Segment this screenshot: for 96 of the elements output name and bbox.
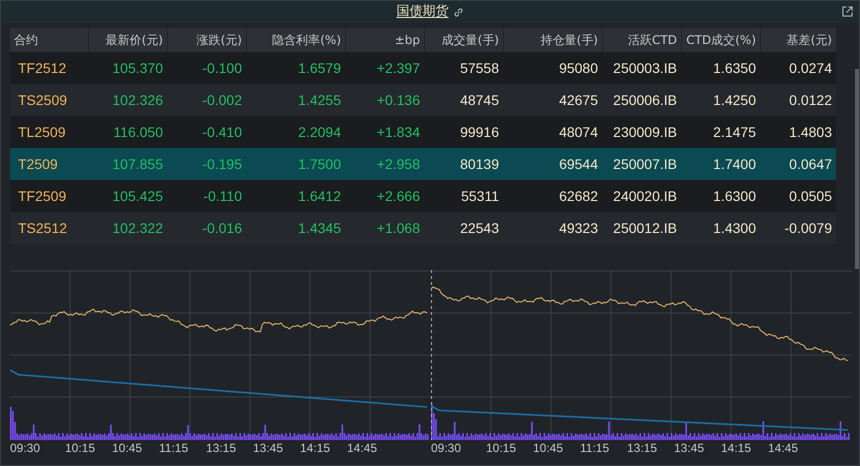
- table-cell-text: 2.2094: [297, 122, 342, 142]
- table-cell-text: 250003.IB: [612, 58, 678, 78]
- table-cell-text: 57558: [459, 58, 500, 78]
- time-axis-label: 11:15: [159, 440, 190, 457]
- table-cell-text: -0.110: [202, 186, 243, 206]
- table-cell-text: 0.0505: [788, 186, 833, 206]
- table-cell-text: 48074: [558, 122, 599, 142]
- time-axis-label: 14:45: [768, 440, 800, 457]
- table-cell-text: 62682: [558, 186, 599, 206]
- table-cell-text: 22543: [459, 218, 500, 238]
- time-axis-label: 10:45: [112, 440, 144, 457]
- table-cell-text: 1.4250: [712, 90, 757, 110]
- column-header[interactable]: 最新价(元): [89, 28, 167, 52]
- table-cell-text: 0.0274: [788, 58, 833, 78]
- table-cell-text: 0.0122: [788, 90, 833, 110]
- column-header[interactable]: 活跃CTD: [603, 28, 681, 52]
- panel-title[interactable]: 国债期货: [396, 2, 448, 22]
- table-cell-text: +2.397: [376, 58, 421, 78]
- table-cell-text: 240020.IB: [612, 186, 678, 206]
- table-cell-text: +2.666: [376, 186, 421, 206]
- table-cell-text: TS2509: [17, 90, 68, 110]
- column-header[interactable]: ±bp: [346, 28, 424, 52]
- table-row[interactable]: T2509 107.855 -0.195 1.7500 +2.958 80139 69544 250007.IB 1.7400 0.0647: [10, 148, 836, 180]
- table-cell-text: 1.7500: [297, 154, 342, 174]
- column-header[interactable]: 持仓量(手): [504, 28, 602, 52]
- scrollbar[interactable]: [855, 69, 859, 269]
- table-cell-text: -0.016: [201, 218, 243, 238]
- table-cell-text: 95080: [558, 58, 599, 78]
- table-cell-text: -0.195: [201, 154, 243, 174]
- table-cell-text: 1.4345: [297, 218, 342, 238]
- table-cell-text: 2.1475: [712, 122, 757, 142]
- time-axis-label: 10:15: [65, 440, 96, 457]
- table-cell-text: 102.322: [111, 218, 164, 238]
- table-cell-text: TF2512: [17, 58, 68, 78]
- table-row[interactable]: TF2512 105.370 -0.100 1.6579 +2.397 57558 95080 250003.IB 1.6350 0.0274: [10, 52, 836, 84]
- table-cell-text: 107.855: [111, 154, 164, 174]
- time-axis-label: 14:15: [300, 440, 332, 457]
- table-cell-text: 1.4255: [297, 90, 342, 110]
- table-cell-text: 55311: [460, 186, 500, 206]
- table-cell-text: T2509: [17, 154, 59, 174]
- time-axis-label: 10:15: [486, 440, 518, 457]
- time-axis-label: 13:15: [627, 440, 658, 457]
- table-cell-text: -0.002: [201, 90, 243, 110]
- time-axis-label: 11:15: [580, 440, 610, 457]
- table-row[interactable]: TF2509 105.425 -0.110 1.6412 +2.666 55311 62682 240020.IB 1.6300 0.0505: [10, 180, 836, 212]
- table-cell-text: 1.4803: [788, 122, 833, 142]
- table-cell-text: 105.425: [111, 186, 164, 206]
- table-cell-text: 102.326: [111, 90, 164, 110]
- table-cell-text: 1.6412: [297, 186, 342, 206]
- table-cell-text: 250006.IB: [612, 90, 678, 110]
- time-axis-label: 10:45: [533, 440, 564, 457]
- column-header[interactable]: 合约: [10, 28, 88, 52]
- table-cell-text: 250007.IB: [612, 154, 678, 174]
- table-row[interactable]: TS2512 102.322 -0.016 1.4345 +1.068 22543 49323 250012.IB 1.4300 -0.0079: [10, 212, 836, 244]
- table-cell-text: +1.834: [376, 122, 421, 142]
- table-cell-text: +1.068: [376, 218, 421, 238]
- table-cell-text: TS2512: [17, 218, 68, 238]
- table-row[interactable]: TS2509 102.326 -0.002 1.4255 +0.136 48745 42675 250006.IB 1.4250 0.0122: [10, 84, 836, 116]
- table-cell-text: 1.6350: [712, 58, 757, 78]
- table-row[interactable]: TL2509 116.050 -0.410 2.2094 +1.834 99916 48074 230009.IB 2.1475 1.4803: [10, 116, 836, 148]
- time-axis-label: 09:30: [431, 440, 462, 457]
- table-cell-text: TL2509: [17, 122, 66, 142]
- column-header[interactable]: CTD成交(%): [682, 28, 760, 52]
- table-cell-text: +2.958: [376, 154, 421, 174]
- column-header[interactable]: 涨跌(元): [168, 28, 246, 52]
- table-cell-text: 0.0647: [788, 154, 833, 174]
- time-axis-label: 13:45: [253, 440, 284, 457]
- table-cell-text: 250012.IB: [612, 218, 678, 238]
- time-axis-label: 14:15: [721, 440, 752, 457]
- table-cell-text: 105.370: [111, 58, 164, 78]
- table-cell-text: 69544: [558, 154, 599, 174]
- time-axis-label: 13:15: [206, 440, 238, 457]
- column-header[interactable]: 隐含利率(%): [247, 28, 345, 52]
- popout-icon[interactable]: [842, 6, 853, 17]
- table-cell-text: 48745: [459, 90, 500, 110]
- table-cell-text: 1.6579: [297, 58, 342, 78]
- table-cell-text: 99916: [459, 122, 500, 142]
- table-cell-text: -0.100: [201, 58, 243, 78]
- table-cell-text: 1.4300: [712, 218, 757, 238]
- time-axis-label: 13:45: [674, 440, 706, 457]
- time-axis-label: 09:30: [10, 440, 42, 457]
- link-icon[interactable]: [452, 6, 464, 18]
- table-cell-text: 1.6300: [712, 186, 757, 206]
- column-header[interactable]: 基差(元): [761, 28, 836, 52]
- table-cell-text: TF2509: [17, 186, 68, 206]
- table-cell-text: 116.050: [112, 122, 164, 142]
- table-cell-text: 80139: [459, 154, 500, 174]
- table-cell-text: 49323: [558, 218, 599, 238]
- table-cell-text: -0.0079: [784, 218, 833, 238]
- column-header[interactable]: 成交量(手): [425, 28, 503, 52]
- table-cell-text: 230009.IB: [612, 122, 678, 142]
- time-axis-label: 14:45: [347, 440, 378, 457]
- table-cell-text: +0.136: [376, 90, 421, 110]
- table-cell-text: 42675: [558, 90, 599, 110]
- table-cell-text: 1.7400: [712, 154, 757, 174]
- table-cell-text: -0.410: [201, 122, 243, 142]
